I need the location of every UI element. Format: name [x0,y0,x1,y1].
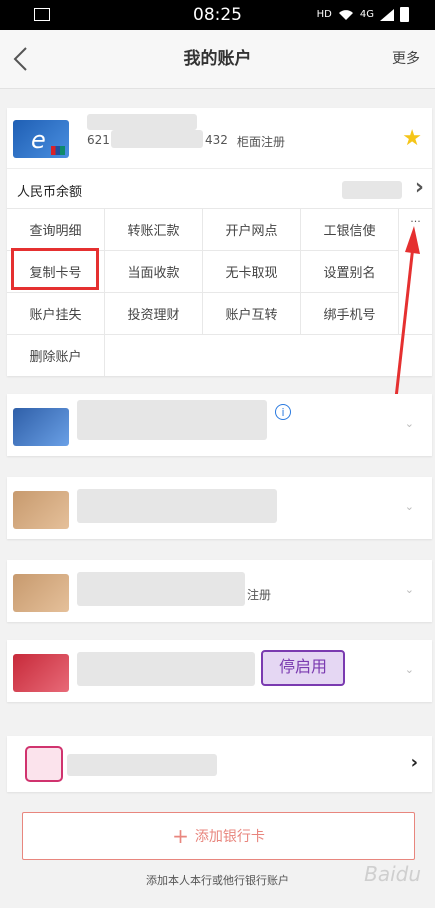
star-icon[interactable]: ★ [402,126,422,151]
plus-icon: + [172,824,189,848]
signal-icon [380,8,394,21]
action-branch[interactable]: 开户网点 [203,208,301,250]
action-transfer[interactable]: 转账汇款 [105,208,203,250]
action-receive-payment[interactable]: 当面收款 [105,250,203,292]
account-card-3[interactable]: 注册 ⌄ [7,560,432,622]
card-thumbnail [13,654,69,692]
account-card-2[interactable]: ⌄ [7,477,432,539]
blurred-card-number [111,130,203,148]
unionpay-icon [51,146,65,155]
wifi-icon [338,9,353,20]
register-type: 柜面注册 [237,135,286,149]
action-account-transfer[interactable]: 账户互转 [203,292,301,334]
info-icon[interactable]: i [275,404,291,420]
chevron-down-icon: ⌄ [404,583,414,596]
hd-indicator: HD [316,9,332,20]
blurred-name [87,114,197,130]
blurred-account-info [77,489,277,523]
highlight-box [11,248,99,290]
chevron-down-icon: ⌄ [404,663,414,676]
status-bar: 08:25 HD 4G [0,0,435,30]
add-bank-card-button[interactable]: + 添加银行卡 [22,812,415,860]
page-title: 我的账户 [183,49,252,69]
status-icons: HD 4G [317,7,409,22]
nav-bar: 我的账户 更多 [0,30,435,89]
card-thumbnail [13,408,69,446]
grid-empty-cell [105,334,432,376]
more-button[interactable]: 更多 [392,48,420,68]
card-image: e [13,120,69,158]
action-invest[interactable]: 投资理财 [105,292,203,334]
add-bank-card-label: 添加银行卡 [194,829,265,845]
balance-row[interactable]: 人民币余额 › [7,168,432,209]
blurred-account-info [77,652,255,686]
chevron-right-icon: › [414,175,424,200]
wealth-account-icon [25,746,63,782]
action-delete-account[interactable]: 删除账户 [7,334,105,376]
main-account-card: e 621 432 柜面注册 ★ 人民币余额 › 查询明细 转账汇款 开户网点 … [7,108,432,376]
e-logo-icon: e [31,126,46,154]
card-thumbnail [13,491,69,529]
blurred-account-info [77,400,267,440]
balance-label: 人民币余额 [17,185,83,200]
card-number-end: 432 [205,133,228,147]
action-cardless-withdraw[interactable]: 无卡取现 [203,250,301,292]
battery-icon [400,7,409,22]
register-type: 注册 [247,588,272,602]
account-card-4[interactable]: 停启用 ⌄ [7,640,432,702]
action-report-loss[interactable]: 账户挂失 [7,292,105,334]
account-card-1[interactable]: 绵阳 i ⌄ [7,394,432,456]
blurred-account-info [67,754,217,776]
status-stamp: 停启用 [261,650,345,686]
blurred-account-info [77,572,245,606]
arrow-annotation [393,226,420,408]
card-number-start: 621 [87,133,110,147]
blurred-balance [342,181,402,199]
network-indicator: 4G [359,9,374,20]
card-thumbnail [13,574,69,612]
wealth-account-row[interactable]: › [7,736,432,792]
chevron-down-icon: ⌄ [404,417,414,430]
action-grid: 查询明细 转账汇款 开户网点 工银信使 ··· 复制卡号 当面收款 无卡取现 设… [7,208,432,376]
baidu-watermark: Baidu [364,862,421,886]
chevron-right-icon: › [410,752,418,773]
action-query-details[interactable]: 查询明细 [7,208,105,250]
chevron-down-icon: ⌄ [404,500,414,513]
